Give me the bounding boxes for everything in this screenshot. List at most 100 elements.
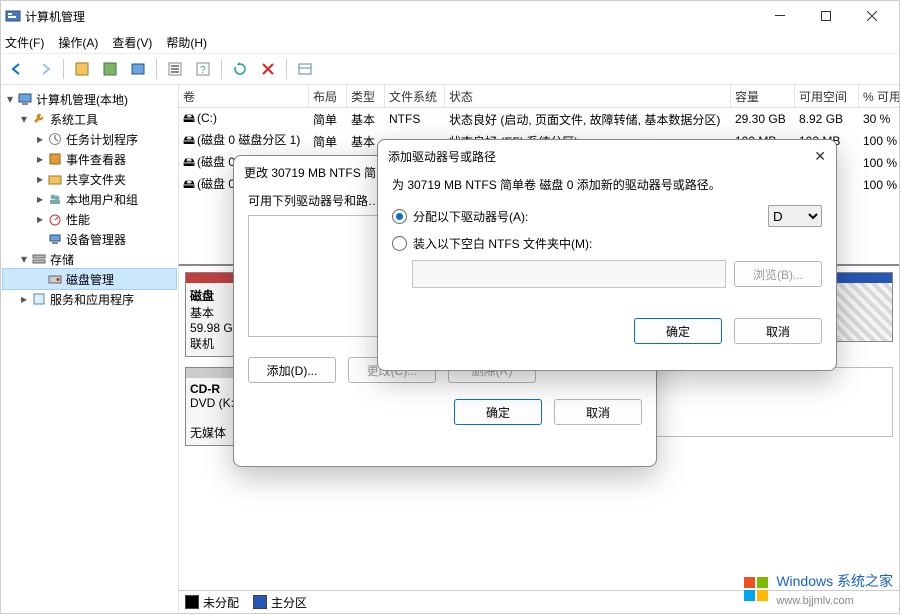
tree-disk-management[interactable]: 磁盘管理 — [3, 269, 176, 289]
tool-icon-2[interactable] — [98, 57, 122, 81]
tree-device-manager[interactable]: 设备管理器 — [3, 229, 176, 249]
table-row[interactable]: 🖴(C:)简单基本NTFS状态良好 (启动, 页面文件, 故障转储, 基本数据分… — [179, 108, 899, 130]
chevron-down-icon[interactable]: ▾ — [17, 112, 31, 126]
chevron-down-icon[interactable]: ▾ — [17, 252, 31, 266]
properties-icon[interactable] — [163, 57, 187, 81]
computer-icon — [17, 91, 33, 107]
chevron-right-icon[interactable]: ▸ — [33, 172, 47, 186]
nav-tree[interactable]: ▾ 计算机管理(本地) ▾ 系统工具 ▸ 任务计划程序 ▸ 事件查看器 ▸ — [1, 85, 179, 613]
toolbar-sep — [63, 59, 64, 79]
tree-shared-folders[interactable]: ▸ 共享文件夹 — [3, 169, 176, 189]
tree-label: 共享文件夹 — [66, 171, 126, 188]
chevron-down-icon[interactable]: ▾ — [3, 92, 17, 106]
menu-help[interactable]: 帮助(H) — [166, 34, 207, 51]
tool-icon-3[interactable] — [126, 57, 150, 81]
delete-icon[interactable] — [256, 57, 280, 81]
app-icon — [5, 8, 21, 24]
col-volume[interactable]: 卷 — [179, 85, 309, 107]
dlg1-cancel-button[interactable]: 取消 — [554, 399, 642, 425]
tree-services-apps[interactable]: ▸ 服务和应用程序 — [3, 289, 176, 309]
refresh-icon[interactable] — [228, 57, 252, 81]
tree-root-label: 计算机管理(本地) — [36, 91, 128, 108]
tree-storage[interactable]: ▾ 存储 — [3, 249, 176, 269]
dialog2-close-icon[interactable]: ✕ — [814, 148, 826, 165]
window-title: 计算机管理 — [25, 8, 757, 25]
radio-dot-icon — [392, 209, 407, 224]
toolbar: ? — [1, 54, 899, 85]
dlg1-add-button[interactable]: 添加(D)... — [248, 357, 336, 383]
folder-share-icon — [47, 171, 63, 187]
tree-label: 事件查看器 — [66, 151, 126, 168]
back-button[interactable] — [5, 57, 29, 81]
col-free[interactable]: 可用空间 — [795, 85, 859, 107]
wrench-icon — [31, 111, 47, 127]
help-icon[interactable]: ? — [191, 57, 215, 81]
dialog1-title-label: 更改 30719 MB NTFS 简… — [244, 164, 388, 181]
tree-event-viewer[interactable]: ▸ 事件查看器 — [3, 149, 176, 169]
tree-task-scheduler[interactable]: ▸ 任务计划程序 — [3, 129, 176, 149]
radio-assign-letter[interactable]: 分配以下驱动器号(A): D — [392, 205, 822, 227]
chevron-right-icon[interactable]: ▸ — [33, 132, 47, 146]
dlg1-ok-button[interactable]: 确定 — [454, 399, 542, 425]
col-fs[interactable]: 文件系统 — [385, 85, 445, 107]
minimize-button[interactable] — [757, 1, 803, 31]
tree-label: 系统工具 — [50, 111, 98, 128]
menu-view[interactable]: 查看(V) — [112, 34, 152, 51]
radio-dot-icon — [392, 236, 407, 251]
titlebar: 计算机管理 — [1, 1, 899, 31]
col-type[interactable]: 类型 — [347, 85, 385, 107]
disk-type: 基本 — [190, 306, 214, 320]
toolbar-sep — [156, 59, 157, 79]
event-icon — [47, 151, 63, 167]
menu-action[interactable]: 操作(A) — [58, 34, 98, 51]
device-icon — [47, 231, 63, 247]
dialog2-title-label: 添加驱动器号或路径 — [388, 148, 496, 165]
tree-performance[interactable]: ▸ 性能 — [3, 209, 176, 229]
tree-root[interactable]: ▾ 计算机管理(本地) — [3, 89, 176, 109]
dlg2-cancel-button[interactable]: 取消 — [734, 318, 822, 344]
disk-online: 联机 — [190, 337, 214, 351]
dialog2-desc: 为 30719 MB NTFS 简单卷 磁盘 0 添加新的驱动器号或路径。 — [392, 176, 822, 193]
radio-assign-label: 分配以下驱动器号(A): — [413, 208, 528, 225]
chevron-right-icon[interactable]: ▸ — [33, 152, 47, 166]
watermark-sub: www.bjjmlv.com — [776, 595, 853, 607]
col-capacity[interactable]: 容量 — [731, 85, 795, 107]
watermark-title: Windows 系统之家 — [776, 573, 893, 589]
storage-icon — [31, 251, 47, 267]
tree-local-users[interactable]: ▸ 本地用户和组 — [3, 189, 176, 209]
browse-button[interactable]: 浏览(B)... — [734, 261, 822, 287]
list-icon[interactable] — [293, 57, 317, 81]
menubar: 文件(F) 操作(A) 查看(V) 帮助(H) — [1, 31, 899, 54]
tool-icon-1[interactable] — [70, 57, 94, 81]
chevron-right-icon[interactable]: ▸ — [33, 212, 47, 226]
tree-label: 本地用户和组 — [66, 191, 138, 208]
tree-label: 磁盘管理 — [66, 271, 114, 288]
drive-letter-select[interactable]: D — [768, 205, 822, 227]
disk-title: 磁盘 — [190, 289, 214, 303]
col-status[interactable]: 状态 — [445, 85, 731, 107]
tree-label: 设备管理器 — [66, 231, 126, 248]
mount-path-input — [412, 260, 726, 288]
col-pctfree[interactable]: % 可用 — [859, 85, 899, 107]
tree-label: 任务计划程序 — [66, 131, 138, 148]
chevron-right-icon[interactable]: ▸ — [33, 192, 47, 206]
dlg2-ok-button[interactable]: 确定 — [634, 318, 722, 344]
forward-button[interactable] — [33, 57, 57, 81]
clock-icon — [47, 131, 63, 147]
col-layout[interactable]: 布局 — [309, 85, 347, 107]
tree-systemtools[interactable]: ▾ 系统工具 — [3, 109, 176, 129]
services-icon — [31, 291, 47, 307]
watermark: Windows 系统之家 www.bjjmlv.com — [742, 571, 893, 607]
menu-file[interactable]: 文件(F) — [5, 34, 44, 51]
radio-mount-folder[interactable]: 装入以下空白 NTFS 文件夹中(M): — [392, 235, 822, 252]
main-window: 计算机管理 文件(F) 操作(A) 查看(V) 帮助(H) ? ▾ — [0, 0, 900, 614]
windows-logo-icon — [742, 575, 770, 603]
maximize-button[interactable] — [803, 1, 849, 31]
legend-unallocated: 未分配 — [185, 594, 239, 611]
chevron-right-icon[interactable]: ▸ — [17, 292, 31, 306]
tree-label: 性能 — [66, 211, 90, 228]
close-button[interactable] — [849, 1, 895, 31]
dialog2-titlebar: 添加驱动器号或路径 ✕ — [378, 140, 836, 172]
tree-label: 服务和应用程序 — [50, 291, 134, 308]
disk-drive: DVD (K:) — [190, 396, 238, 410]
